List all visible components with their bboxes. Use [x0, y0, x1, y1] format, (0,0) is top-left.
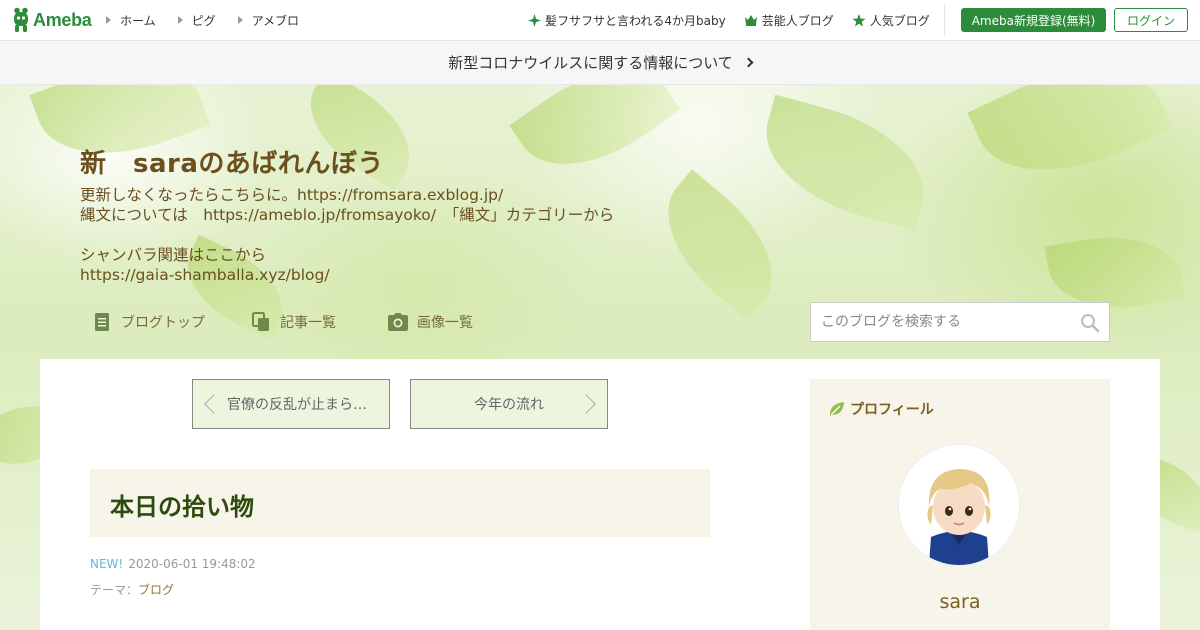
link-label: 人気ブログ	[869, 13, 930, 28]
next-entry-link[interactable]: 今年の流れ	[410, 379, 608, 429]
blog-nav-image-list[interactable]: 画像一覧	[388, 312, 473, 332]
link-label: 芸能人ブログ	[761, 13, 834, 28]
entry-title[interactable]: 本日の拾い物	[110, 487, 254, 522]
blog-title[interactable]: 新 saraのあばれんぼう	[80, 143, 384, 180]
profile-name[interactable]: sara	[810, 591, 1110, 613]
copy-icon	[252, 312, 269, 331]
crown-icon	[744, 15, 757, 26]
login-button[interactable]: ログイン	[1114, 8, 1188, 32]
profile-heading: プロフィール	[828, 399, 934, 419]
register-button[interactable]: Ameba新規登録(無料)	[961, 8, 1106, 32]
chevron-left-icon	[204, 394, 224, 414]
blog-nav-entry-list[interactable]: 記事一覧	[251, 312, 336, 332]
description-line: 更新しなくなったらこちらに。https://fromsara.exblog.jp…	[80, 186, 504, 204]
ameba-logo[interactable]: Ameba	[12, 7, 92, 33]
leaf-decoration	[640, 169, 800, 321]
featured-links: 髪フサフサと言われる4か月baby 芸能人ブログ 人気ブログ	[528, 0, 948, 40]
link-trending-article[interactable]: 髪フサフサと言われる4か月baby	[528, 12, 726, 29]
avatar[interactable]	[899, 445, 1019, 565]
nav-ameblo[interactable]: アメブロ	[237, 12, 300, 29]
covid-notice-bar[interactable]: 新型コロナウイルスに関する情報について	[0, 41, 1200, 85]
entry-datetime: 2020-06-01 19:48:02	[128, 557, 256, 571]
profile-widget: プロフィール sara	[810, 379, 1110, 630]
divider	[944, 4, 945, 36]
theme-link[interactable]: ブログ	[138, 583, 174, 597]
entry-header: 本日の拾い物	[90, 469, 710, 537]
link-popular-blog[interactable]: 人気ブログ	[852, 12, 930, 29]
new-badge: NEW!	[90, 557, 124, 571]
description-line	[80, 225, 614, 245]
description-line: 縄文については https://ameblo.jp/fromsayoko/ 「縄…	[80, 206, 615, 224]
ameba-mascot-icon	[14, 7, 28, 32]
logo-text: Ameba	[33, 9, 92, 30]
description-line: シャンバラ関連はここから	[80, 246, 267, 264]
blog-nav-label: ブログトップ	[121, 315, 205, 331]
link-celebrity-blog[interactable]: 芸能人ブログ	[744, 12, 834, 29]
global-header: Ameba ホーム ピグ アメブロ 髪フサフサと言われる4か月baby 芸能人ブ…	[0, 0, 1200, 41]
leaf-icon	[829, 402, 844, 416]
nav-pigg[interactable]: ピグ	[177, 12, 216, 29]
blog-nav: ブログトップ 記事一覧 画像一覧	[92, 311, 473, 333]
nav-label: ホーム	[120, 13, 156, 28]
next-entry-label: 今年の流れ	[474, 397, 544, 413]
prev-entry-link[interactable]: 官僚の反乱が止まら…	[192, 379, 390, 429]
triangle-right-icon	[237, 16, 243, 24]
blog-nav-label: 記事一覧	[280, 315, 336, 331]
entry-theme: テーマ：ブログ	[90, 581, 174, 598]
avatar-image	[899, 445, 1019, 565]
blog-nav-label: 画像一覧	[417, 315, 473, 331]
nav-label: アメブロ	[251, 13, 300, 28]
leaf-decoration	[967, 85, 1173, 204]
theme-prefix: テーマ：	[90, 583, 139, 597]
chevron-right-icon	[576, 394, 596, 414]
link-label: 髪フサフサと言われる4か月baby	[545, 13, 726, 28]
chevron-right-icon	[743, 57, 754, 68]
search-icon[interactable]	[1080, 313, 1100, 333]
search-input[interactable]	[811, 303, 1071, 341]
blog-description: 更新しなくなったらこちらに。https://fromsara.exblog.jp…	[80, 185, 614, 285]
camera-icon	[388, 313, 408, 331]
sparkle-icon	[528, 13, 541, 27]
triangle-right-icon	[177, 16, 183, 24]
nav-label: ピグ	[191, 13, 216, 28]
main-content: 官僚の反乱が止まら… 今年の流れ 本日の拾い物 NEW! 2020-06-01 1…	[40, 359, 1160, 630]
global-nav: ホーム ピグ アメブロ	[106, 0, 321, 40]
blog-search	[810, 302, 1110, 342]
profile-heading-text: プロフィール	[850, 402, 934, 418]
notice-text: 新型コロナウイルスに関する情報について	[448, 54, 733, 72]
triangle-right-icon	[106, 16, 111, 24]
document-icon	[95, 313, 109, 331]
blog-nav-top[interactable]: ブログトップ	[92, 312, 205, 332]
leaf-decoration	[509, 85, 681, 196]
star-icon	[852, 13, 866, 26]
description-line: https://gaia-shamballa.xyz/blog/	[80, 266, 330, 284]
entry-meta: NEW! 2020-06-01 19:48:02	[90, 557, 256, 571]
leaf-decoration	[750, 94, 940, 231]
prev-entry-label: 官僚の反乱が止まら…	[227, 397, 367, 413]
nav-home[interactable]: ホーム	[106, 12, 156, 29]
